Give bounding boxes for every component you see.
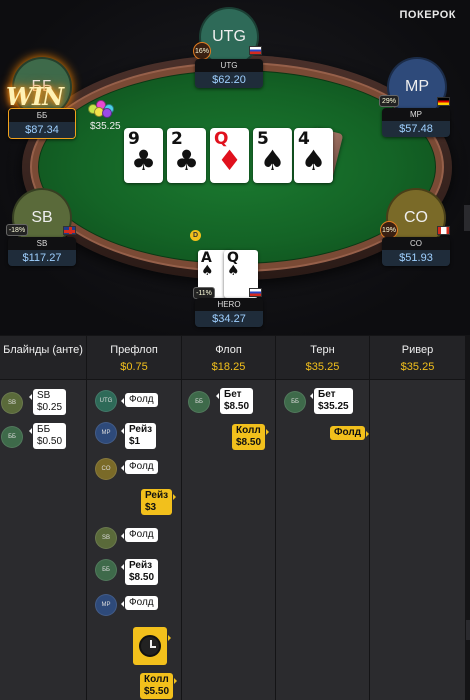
street-column-flop: Флоп $18.25 ББ Бет $8.50 Колл $8.50 xyxy=(182,336,276,700)
action-bubble: Фолд xyxy=(121,393,158,407)
position-badge-bb: ББ xyxy=(188,391,210,413)
street-header: Флоп $18.25 xyxy=(182,336,275,380)
nameplate-utg[interactable]: UTG $62.20 xyxy=(195,59,263,88)
position-badge-co: CO xyxy=(95,458,117,480)
nameplate-co[interactable]: CO $51.93 xyxy=(382,237,450,266)
board-card: 5 ♠ xyxy=(253,128,292,183)
position-badge-sb: SB xyxy=(95,527,117,549)
action-bubble: Фолд xyxy=(121,596,158,610)
flag-de-icon xyxy=(437,97,450,106)
position-badge-sb: SB xyxy=(1,392,23,414)
board-card: 9 ♣ xyxy=(124,128,163,183)
street-header: Ривер $35.25 xyxy=(370,336,465,380)
street-column-blinds: Блайнды (анте) SB SB $0.25 ББ ББ $0.50 xyxy=(0,336,87,700)
action-bubble: Бет $8.50 xyxy=(215,388,254,414)
action-bubble: Фолд xyxy=(121,528,158,542)
nameplate-mp[interactable]: MP $57.48 xyxy=(382,108,450,137)
hero-action-bubble: Рейз $3 xyxy=(141,489,177,515)
street-header: Префлоп $0.75 xyxy=(87,336,181,380)
poker-table-scene: ПОКЕРОК 9 ♣ 2 ♣ Q ♦ 5 ♠ 4 ♠ UTG 16% UTG … xyxy=(0,0,470,335)
hero-action-bubble: Фолд xyxy=(330,426,370,440)
seat-stat-badge: 16% xyxy=(193,42,211,60)
position-badge-bb: ББ xyxy=(1,426,23,448)
hand-history-panel: Блайнды (анте) SB SB $0.25 ББ ББ $0.50 П… xyxy=(0,336,465,700)
board-card: Q ♦ xyxy=(210,128,249,183)
won-pot-amount: $35.25 xyxy=(90,121,121,132)
dealer-button: D xyxy=(190,230,201,241)
flag-gb-icon xyxy=(63,226,76,235)
position-badge-bb: ББ xyxy=(284,391,306,413)
nameplate-hero[interactable]: HERO $34.27 xyxy=(195,298,263,327)
action-bubble: Рейз $1 xyxy=(120,423,157,449)
flag-ca-icon xyxy=(437,226,450,235)
chip-stack-icon xyxy=(88,98,120,118)
street-column-river: Ривер $35.25 xyxy=(370,336,465,700)
avatar-utg[interactable]: UTG xyxy=(199,7,259,67)
seat-stat-badge: -18% xyxy=(6,224,28,236)
hero-action-bubble: Колл $8.50 xyxy=(232,424,270,450)
board-card: 2 ♣ xyxy=(167,128,206,183)
side-panel-edge[interactable] xyxy=(466,620,470,640)
timebank-clock-icon xyxy=(133,627,171,665)
seat-stat-badge: 29% xyxy=(379,95,399,107)
position-badge-mp: MP xyxy=(95,594,117,616)
nameplate-sb[interactable]: SB $117.27 xyxy=(8,237,76,266)
board-card: 4 ♠ xyxy=(294,128,333,183)
position-badge-mp: MP xyxy=(95,422,117,444)
street-header: Блайнды (анте) xyxy=(0,336,86,380)
side-panel-edge[interactable] xyxy=(464,205,470,231)
street-column-turn: Терн $35.25 ББ Бет $35.25 Фолд xyxy=(276,336,370,700)
position-badge-utg: UTG xyxy=(95,390,117,412)
action-bubble: ББ $0.50 xyxy=(28,423,67,449)
position-badge-bb: ББ xyxy=(95,559,117,581)
flag-ru-icon xyxy=(249,46,262,55)
action-bubble: SB $0.25 xyxy=(28,389,67,415)
action-bubble: Бет $35.25 xyxy=(310,388,353,414)
nameplate-bb[interactable]: ББ $87.34 xyxy=(8,108,76,139)
street-column-preflop: Префлоп $0.75 UTG Фолд MP Рейз $1 CO Фол… xyxy=(87,336,182,700)
action-bubble: Рейз $8.50 xyxy=(120,559,159,585)
win-badge: WIN xyxy=(6,82,64,111)
action-bubble: Фолд xyxy=(121,460,158,474)
flag-ru-icon xyxy=(249,288,262,297)
brand-logo: ПОКЕРОК xyxy=(399,9,456,21)
street-header: Терн $35.25 xyxy=(276,336,369,380)
hero-action-bubble: Колл $5.50 xyxy=(140,673,178,699)
